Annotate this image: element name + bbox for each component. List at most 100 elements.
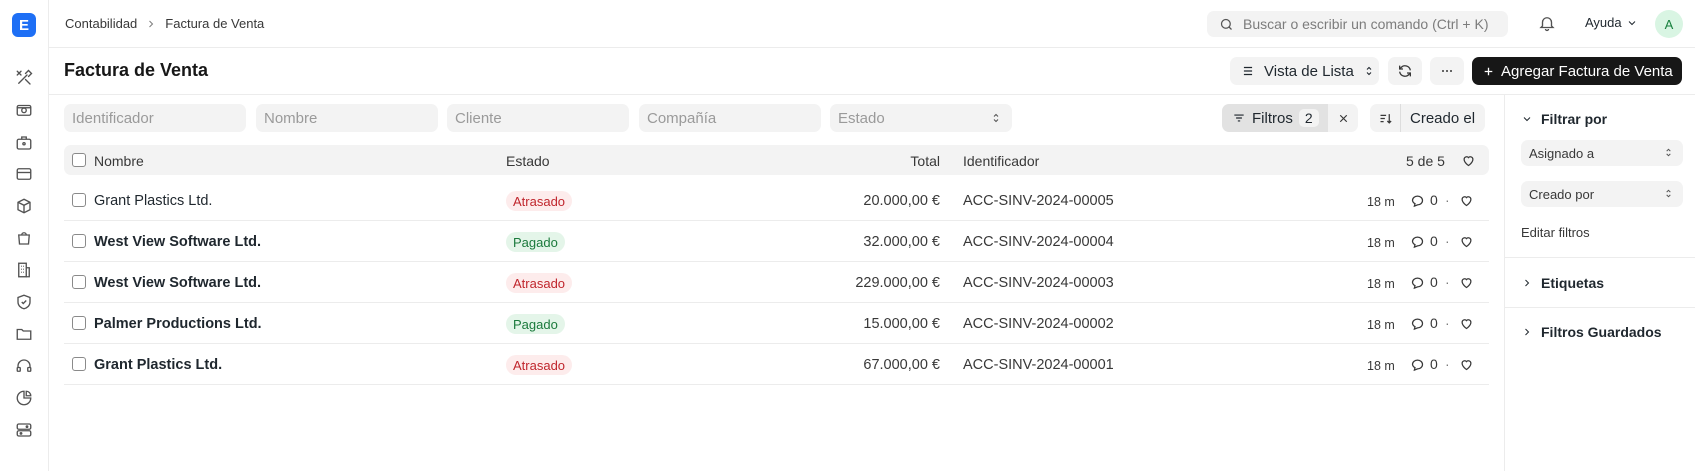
row-name[interactable]: West View Software Ltd. [94,275,261,291]
row-name[interactable]: Grant Plastics Ltd. [94,357,222,373]
table-row[interactable]: Palmer Productions Ltd. Pagado 15.000,00 €… [64,303,1489,344]
select-all-checkbox[interactable] [72,153,86,167]
search-bar[interactable] [1207,11,1508,37]
row-checkbox[interactable] [72,316,86,330]
box-icon[interactable] [14,196,34,216]
row-comments[interactable]: 0 [1410,315,1438,331]
camera-money-icon[interactable] [14,100,34,120]
credit-card-icon[interactable] [14,164,34,184]
divider [1505,257,1695,258]
app-logo-letter: E [18,16,29,34]
filter-by-label: Filtrar por [1541,111,1608,127]
list-icon [1243,66,1253,76]
server-icon[interactable] [14,420,34,440]
sort-direction-button[interactable] [1370,104,1401,132]
status-badge: Atrasado [506,273,573,293]
heart-icon[interactable] [1459,275,1474,290]
app-logo[interactable]: E [12,13,36,37]
compania-filter[interactable] [639,104,821,132]
row-comment-count: 0 [1430,192,1438,208]
tags-section[interactable]: Etiquetas [1521,275,1604,291]
chevron-right-icon [1525,328,1530,336]
heart-icon[interactable] [1459,234,1474,249]
edit-filters-link[interactable]: Editar filtros [1521,225,1590,240]
nombre-input[interactable] [264,109,438,127]
updown-icon [993,113,999,123]
table-row[interactable]: Grant Plastics Ltd. Atrasado 20.000,00 € AC… [64,180,1489,221]
row-total: 32.000,00 € [863,234,940,250]
row-comments[interactable]: 0 [1410,192,1438,208]
filter-by-section[interactable]: Filtrar por [1521,111,1607,127]
view-selector-button[interactable]: Vista de Lista [1230,57,1379,85]
row-comments[interactable]: 0 [1410,274,1438,290]
created-by-select[interactable]: Creado por [1521,181,1683,207]
table-row[interactable]: West View Software Ltd. Pagado 32.000,00 €… [64,221,1489,262]
assigned-to-select[interactable]: Asignado a [1521,140,1683,166]
more-options-button[interactable] [1430,57,1464,85]
clear-filters-button[interactable] [1328,104,1358,132]
add-sales-invoice-label: Agregar Factura de Venta [1501,62,1673,80]
row-comment-count: 0 [1430,315,1438,331]
search-input[interactable] [1243,16,1503,32]
row-name[interactable]: Palmer Productions Ltd. [94,316,262,332]
top-bar: Contabilidad Factura de Venta Ayuda A [49,0,1695,48]
identificador-filter[interactable] [64,104,246,132]
row-identifier: ACC-SINV-2024-00003 [963,275,1114,291]
cliente-input[interactable] [455,109,629,127]
separator-dot: · [1445,192,1450,208]
row-total: 229.000,00 € [855,275,940,291]
table-row[interactable]: West View Software Ltd. Atrasado 229.000,0… [64,262,1489,303]
filters-button[interactable]: Filtros 2 [1222,104,1328,132]
heart-icon[interactable] [1459,193,1474,208]
table-row[interactable]: Grant Plastics Ltd. Atrasado 67.000,00 € AC… [64,344,1489,385]
pie-chart-icon[interactable] [14,388,34,408]
row-checkbox[interactable] [72,275,86,289]
compania-input[interactable] [647,109,821,127]
row-name[interactable]: Grant Plastics Ltd. [94,193,212,209]
row-identifier: ACC-SINV-2024-00001 [963,357,1114,373]
row-comments[interactable]: 0 [1410,233,1438,249]
tools-icon[interactable] [14,68,34,88]
saved-filters-section[interactable]: Filtros Guardados [1521,324,1662,340]
breadcrumb-contabilidad[interactable]: Contabilidad [65,16,137,31]
row-comment-count: 0 [1430,233,1438,249]
heart-icon[interactable] [1459,357,1474,372]
separator-dot: · [1445,233,1450,249]
heart-icon[interactable] [1459,316,1474,331]
shopping-bag-icon[interactable] [14,228,34,248]
help-dropdown[interactable]: Ayuda [1585,15,1638,30]
row-checkbox[interactable] [72,193,86,207]
briefcase-icon[interactable] [14,133,34,153]
comment-icon [1411,359,1424,371]
row-comments[interactable]: 0 [1410,356,1438,372]
identificador-input[interactable] [72,109,246,127]
shield-check-icon[interactable] [14,292,34,312]
row-identifier: ACC-SINV-2024-00004 [963,234,1114,250]
bell-icon[interactable] [1538,14,1558,34]
separator-dot: · [1445,315,1450,331]
row-name[interactable]: West View Software Ltd. [94,234,261,250]
add-sales-invoice-button[interactable]: Agregar Factura de Venta [1472,57,1682,85]
cliente-filter[interactable] [447,104,629,132]
avatar[interactable]: A [1655,10,1683,38]
folder-icon[interactable] [14,324,34,344]
column-nombre: Nombre [94,153,144,169]
comment-icon [1411,277,1424,289]
sort-field-button[interactable]: Creado el [1401,104,1485,132]
nombre-filter[interactable] [256,104,438,132]
created-by-label: Creado por [1529,186,1595,202]
status-badge: Pagado [506,232,565,252]
sort-field-label: Creado el [1410,109,1476,127]
row-checkbox[interactable] [72,234,86,248]
breadcrumb-factura-de-venta[interactable]: Factura de Venta [165,16,264,31]
building-icon[interactable] [14,260,34,280]
row-total: 20.000,00 € [863,193,940,209]
column-total: Total [910,153,940,169]
estado-filter[interactable]: Estado [830,104,1012,132]
page-header: Factura de Venta Vista de Lista Agregar … [49,48,1695,95]
refresh-button[interactable] [1388,57,1422,85]
heart-icon[interactable] [1461,153,1476,168]
view-selector-label: Vista de Lista [1264,62,1354,80]
headset-icon[interactable] [14,356,34,376]
row-checkbox[interactable] [72,357,86,371]
